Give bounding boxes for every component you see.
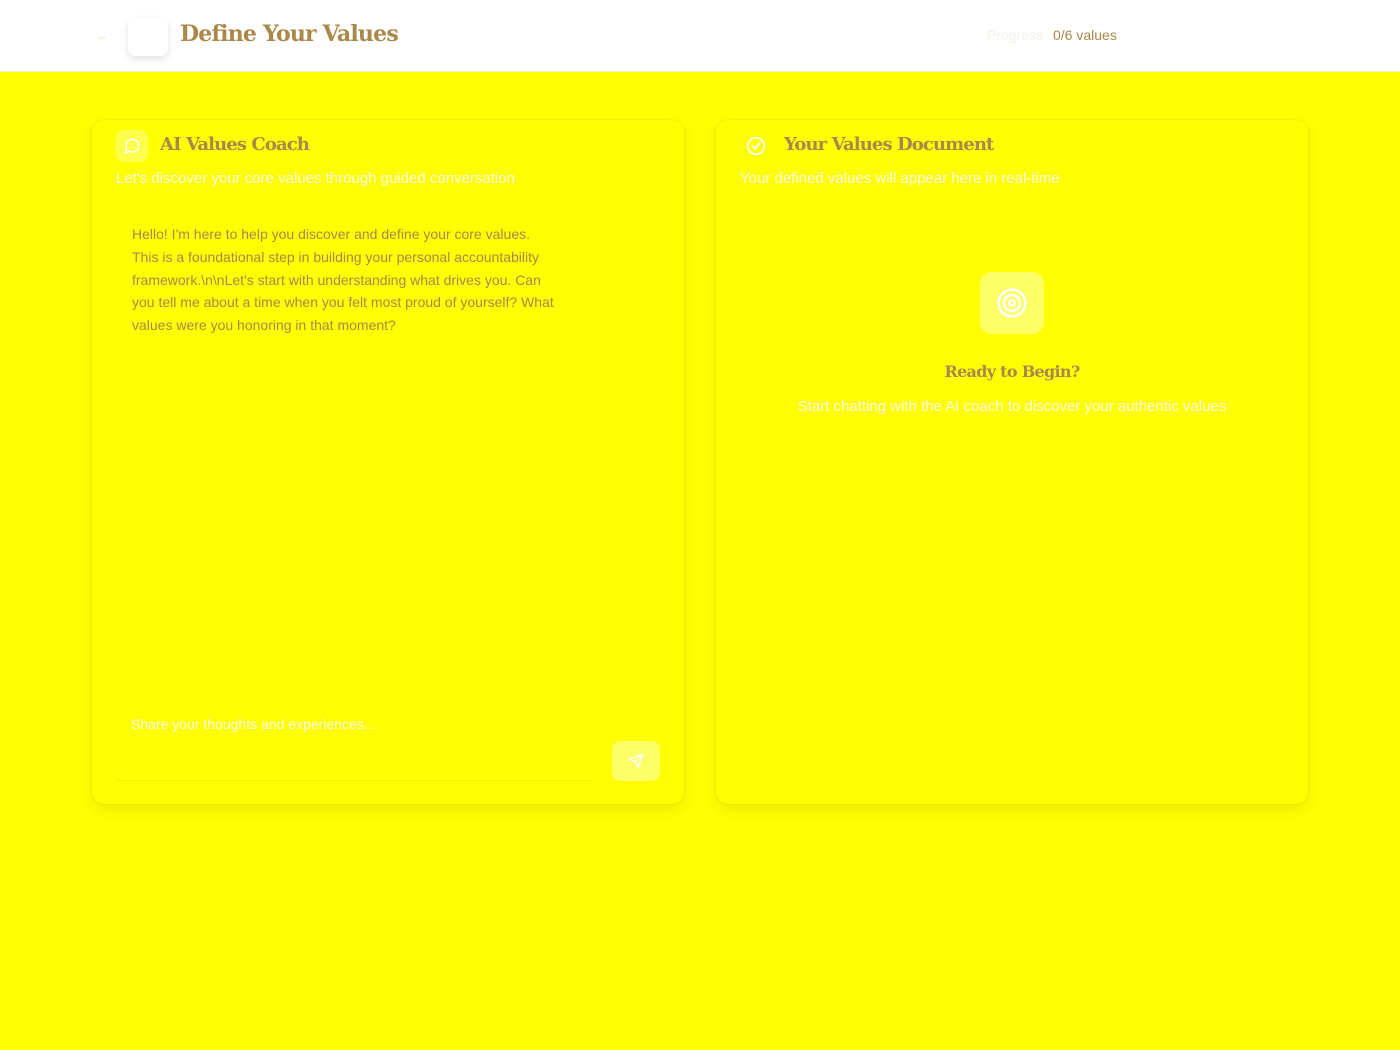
document-title: Your Values Document [784,134,994,155]
coach-subtitle: Let's discover your core values through … [116,170,515,187]
coach-message: Hello! I'm here to help you discover and… [132,226,554,334]
chat-input-area [116,706,592,781]
chat-bubble-icon [116,130,148,162]
coach-title: AI Values Coach [160,134,310,155]
check-circle-icon [740,130,772,162]
send-icon [628,753,644,769]
page-title: Define Your Values [180,21,399,47]
document-subtitle: Your defined values will appear here in … [740,170,1060,187]
empty-state-title: Ready to Begin? [944,362,1080,381]
top-header: ← Define Your Values Progress 0/6 values [0,0,1400,72]
progress-indicator: Progress 0/6 values [955,22,1145,48]
arrow-left-icon[interactable]: ← [96,29,109,42]
empty-state-subtitle: Start chatting with the AI coach to disc… [797,398,1227,415]
logo-badge [128,18,168,56]
send-button[interactable] [612,741,660,781]
target-icon [980,272,1044,334]
values-document-panel: Your Values Document Your defined values… [716,120,1308,804]
values-coach-panel: AI Values Coach Let's discover your core… [92,120,684,804]
chat-input[interactable] [129,712,573,736]
progress-count: 0/6 values [1053,27,1117,43]
progress-label: Progress [987,27,1044,43]
